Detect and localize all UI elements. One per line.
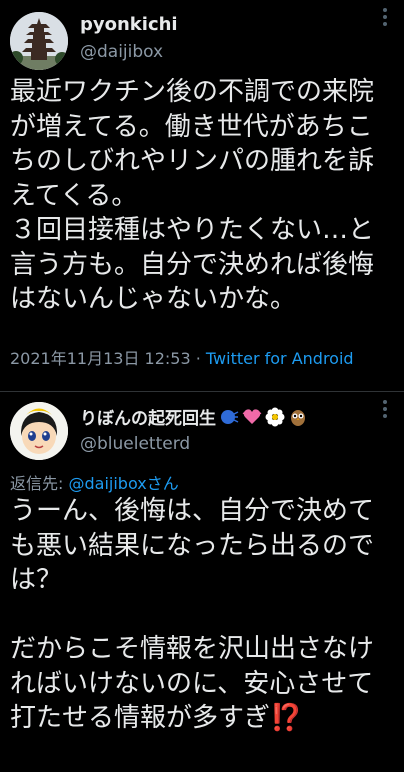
tweet-text: うーん、後悔は、自分で決めても悪い結果になったら出るのでは？ だからこそ情報を沢… <box>10 496 375 733</box>
reply-to-label: 返信先: <box>10 474 69 493</box>
user-handle[interactable]: @blueletterd <box>80 434 190 454</box>
reply-tweet: りぼんの起死回生 @blueletterd 返信先: @daijiboxさん う… <box>0 392 404 772</box>
display-name[interactable]: りぼんの起死回生 <box>80 404 308 429</box>
source-link[interactable]: Twitter for Android <box>206 349 354 368</box>
main-tweet: pyonkichi @daijibox 最近ワクチン後の不調での来院が増えてる。… <box>0 0 404 392</box>
user-handle[interactable]: @daijibox <box>80 42 163 62</box>
owl-emoji-icon <box>288 407 308 427</box>
tweet-text: 最近ワクチン後の不調での来院が増えてる。働き世代があちこちのしびれやリンパの腫れ… <box>10 77 375 314</box>
cartoon-girl-avatar-icon[interactable] <box>10 402 68 460</box>
tweet-meta: 2021年11月13日 12:53 · Twitter for Android <box>10 345 354 369</box>
meta-separator: · <box>190 349 206 368</box>
reply-mention-link[interactable]: @daijiboxさん <box>68 474 178 493</box>
display-name[interactable]: pyonkichi <box>80 14 178 35</box>
timestamp[interactable]: 2021年11月13日 12:53 <box>10 349 191 368</box>
more-options-icon[interactable] <box>376 400 394 418</box>
display-name-text: りぼんの起死回生 <box>80 409 216 429</box>
pagoda-avatar-icon[interactable] <box>10 12 68 70</box>
speaking-head-emoji-icon <box>219 407 239 427</box>
heart-emoji-icon <box>242 407 262 427</box>
more-options-icon[interactable] <box>376 8 394 26</box>
flower-emoji-icon <box>265 407 285 427</box>
reply-to-line: 返信先: @daijiboxさん <box>10 470 179 494</box>
